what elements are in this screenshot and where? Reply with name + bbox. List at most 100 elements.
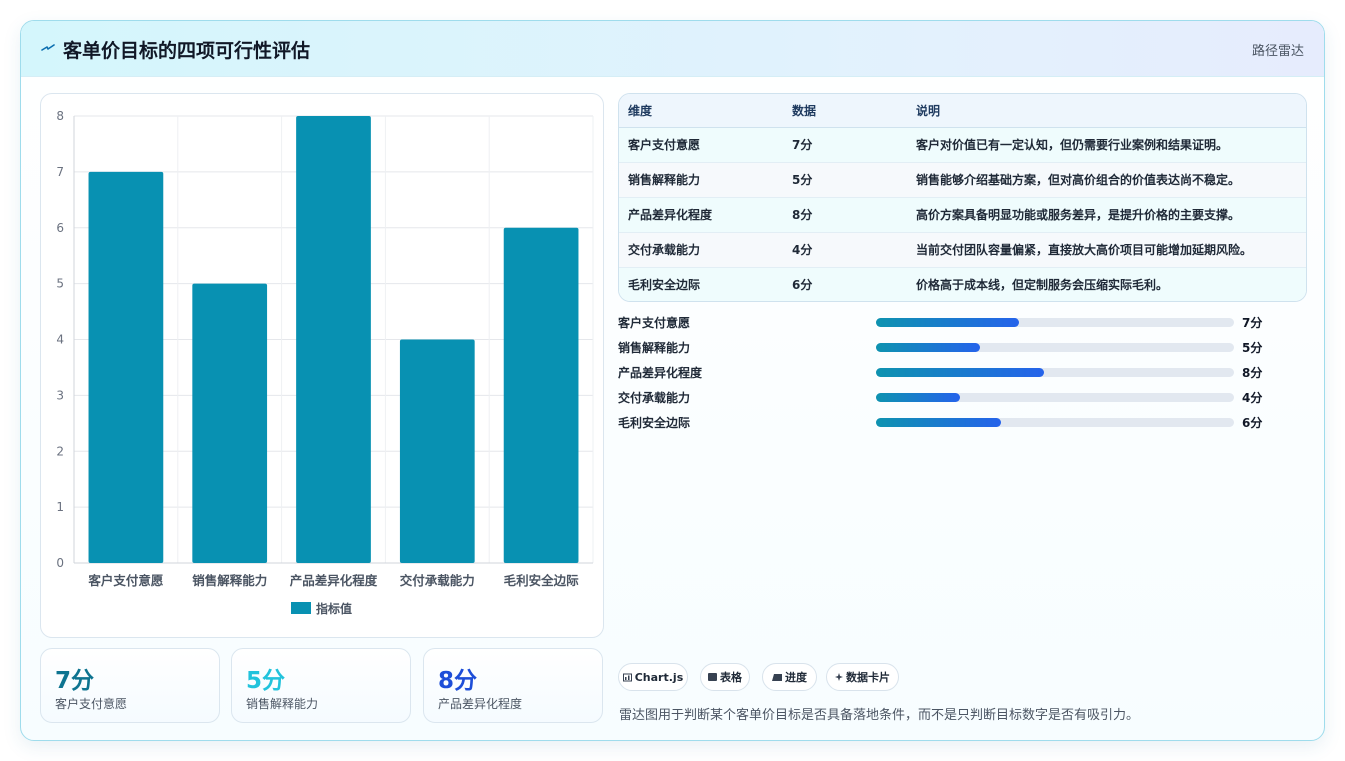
progress-row: 交付承载能力 4分 (618, 389, 1278, 405)
y-tick-label: 1 (56, 500, 64, 514)
table-cell: 产品差异化程度 (619, 197, 783, 233)
table-row: 毛利安全边际 6分 价格高于成本线，但定制服务会压缩实际毛利。 (619, 267, 1306, 301)
progress-fill (876, 368, 1045, 377)
table-cell: 客户对价值已有一定认知，但仍需要行业案例和结果证明。 (907, 127, 1306, 163)
legend-swatch (291, 602, 311, 614)
table-cell: 交付承载能力 (619, 232, 783, 268)
stat-label: 销售解释能力 (246, 697, 319, 711)
progress-label: 客户支付意愿 (618, 316, 691, 330)
table-row: 客户支付意愿 7分 客户对价值已有一定认知，但仍需要行业案例和结果证明。 (619, 127, 1306, 163)
footnote: 雷达图用于判断某个客单价目标是否具备落地条件，而不是只判断目标数字是否有吸引力。 (619, 708, 1140, 723)
stat-value: 7分 (55, 668, 95, 694)
progress-label: 产品差异化程度 (618, 366, 703, 380)
bar[interactable] (399, 339, 475, 564)
table-cell: 4分 (783, 232, 907, 268)
table-cell: 毛利安全边际 (619, 267, 783, 301)
stat-label: 产品差异化程度 (438, 697, 523, 711)
stat-value: 8分 (438, 668, 478, 694)
chip-label: 进度 (785, 671, 807, 684)
table-row: 销售解释能力 5分 销售能够介绍基础方案，但对高价组合的价值表达尚不稳定。 (619, 162, 1306, 198)
progress-fill (876, 343, 980, 352)
y-tick-label: 3 (56, 388, 64, 402)
progress-track (876, 343, 1234, 352)
progress-label: 销售解释能力 (618, 341, 691, 355)
stat-card-sales: 5分 销售解释能力 (231, 648, 411, 723)
column-header: 维度 (619, 94, 783, 128)
bar[interactable] (296, 116, 371, 563)
table-cell: 6分 (783, 267, 907, 301)
progress-label: 交付承载能力 (618, 391, 691, 405)
y-tick-label: 2 (56, 444, 64, 458)
table-icon (708, 673, 717, 681)
stat-value: 5分 (246, 668, 286, 694)
progress-fill (876, 418, 1002, 427)
y-tick-label: 5 (56, 277, 64, 291)
chip-chartjs[interactable]: Chart.js (618, 663, 688, 691)
bar[interactable] (88, 171, 164, 563)
y-tick-label: 6 (56, 221, 64, 235)
bar[interactable] (503, 227, 579, 563)
table-cell: 7分 (783, 127, 907, 163)
bar[interactable] (192, 283, 268, 563)
y-tick-label: 0 (56, 556, 64, 570)
progress-fill (876, 318, 1020, 327)
table-header-row: 维度 数据 说明 (619, 94, 1306, 128)
chip-data-card[interactable]: 数据卡片 (826, 663, 899, 691)
progress-value: 7分 (1242, 316, 1263, 330)
legend-label[interactable]: 指标值 (316, 601, 352, 616)
y-tick-label: 4 (56, 333, 64, 347)
table-cell: 销售能够介绍基础方案，但对高价组合的价值表达尚不稳定。 (907, 162, 1306, 198)
table-cell: 客户支付意愿 (619, 127, 783, 163)
table-row: 产品差异化程度 8分 高价方案具备明显功能或服务差异，是提升价格的主要支撑。 (619, 197, 1306, 233)
lightning-icon (41, 44, 55, 51)
progress-row: 产品差异化程度 8分 (618, 364, 1278, 380)
progress-fill (876, 393, 961, 402)
bar-chart: 0 1 2 3 4 5 6 7 8 客户支付意愿 销售解释能力 产品差异化程度 交付承载能力 毛利安全边际… (56, 109, 594, 616)
stat-card-payment: 7分 客户支付意愿 (40, 648, 220, 723)
table-cell: 销售解释能力 (619, 162, 783, 198)
table-cell: 8分 (783, 197, 907, 233)
header: 客单价目标的四项可行性评估 路径雷达 (21, 21, 1324, 77)
chip-table[interactable]: 表格 (700, 663, 750, 691)
progress-label: 毛利安全边际 (618, 416, 691, 430)
stat-card-differentiation: 8分 产品差异化程度 (423, 648, 603, 723)
data-table: 维度 数据 说明 客户支付意愿 7分 客户对价值已有一定认知，但仍需要行业案例和… (618, 93, 1307, 302)
table-cell: 当前交付团队容量偏紧，直接放大高价项目可能增加延期风险。 (907, 232, 1306, 268)
progress-value: 4分 (1242, 391, 1263, 405)
x-tick-label: 交付承载能力 (400, 573, 475, 588)
progress-track (876, 418, 1234, 427)
column-header: 数据 (783, 94, 907, 128)
progress-row: 毛利安全边际 6分 (618, 414, 1278, 430)
y-tick-label: 7 (56, 165, 64, 179)
progress-icon (772, 674, 782, 681)
progress-row: 客户支付意愿 7分 (618, 314, 1278, 330)
progress-value: 8分 (1242, 366, 1263, 380)
table-cell: 5分 (783, 162, 907, 198)
stat-label: 客户支付意愿 (55, 697, 128, 711)
table-cell: 高价方案具备明显功能或服务差异，是提升价格的主要支撑。 (907, 197, 1306, 233)
chip-progress[interactable]: 进度 (762, 663, 817, 691)
column-header: 说明 (907, 94, 1306, 128)
header-tag: 路径雷达 (1251, 44, 1304, 59)
chart-panel: 0 1 2 3 4 5 6 7 8 客户支付意愿 销售解释能力 产品差异化程度 交付承载能力 毛利安全边际… (40, 93, 604, 638)
x-tick-label: 销售解释能力 (192, 573, 267, 588)
progress-row: 销售解释能力 5分 (618, 339, 1278, 355)
x-tick-label: 产品差异化程度 (290, 573, 378, 588)
chip-label: 数据卡片 (846, 671, 890, 684)
chip-label: 表格 (720, 671, 742, 684)
progress-track (876, 318, 1234, 327)
sparkle-icon (835, 673, 843, 681)
table-row: 交付承载能力 4分 当前交付团队容量偏紧，直接放大高价项目可能增加延期风险。 (619, 232, 1306, 268)
main-card: 客单价目标的四项可行性评估 路径雷达 0 1 2 3 4 5 6 7 8 客户支付意愿 销售解释能力… (20, 20, 1325, 741)
x-tick-label: 客户支付意愿 (87, 573, 164, 588)
table-cell: 价格高于成本线，但定制服务会压缩实际毛利。 (907, 267, 1306, 301)
progress-track (876, 368, 1234, 377)
page-title: 客单价目标的四项可行性评估 (63, 40, 311, 62)
progress-value: 5分 (1242, 341, 1263, 355)
progress-value: 6分 (1242, 416, 1263, 430)
progress-track (876, 393, 1234, 402)
chip-label: Chart.js (634, 670, 684, 684)
y-tick-label: 8 (56, 109, 64, 123)
chart-icon (622, 673, 632, 681)
x-tick-label: 毛利安全边际 (504, 573, 580, 588)
